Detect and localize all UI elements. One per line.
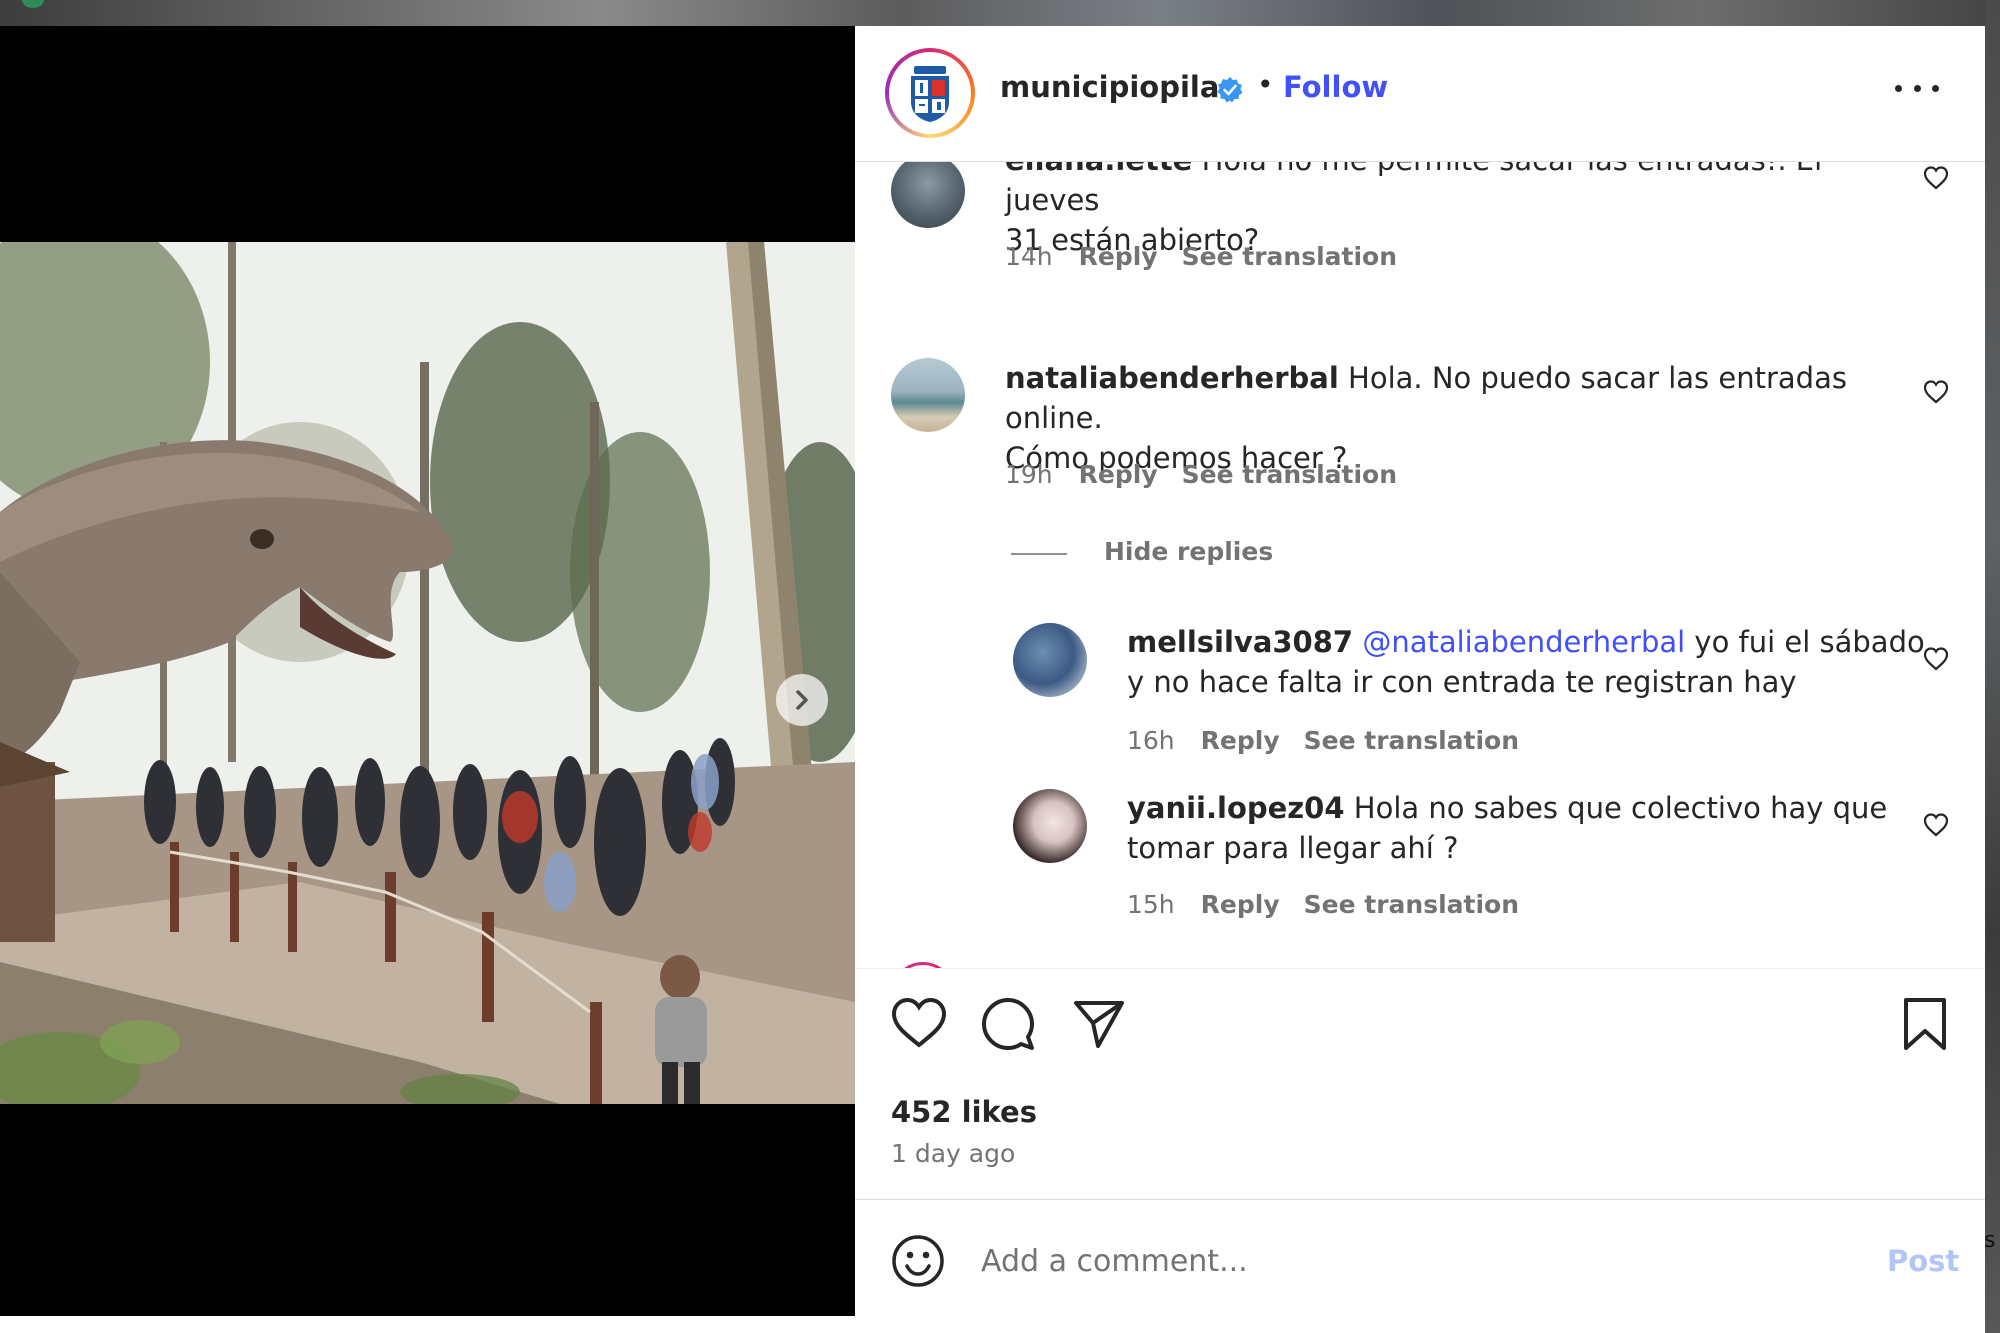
reply-mention[interactable]: @nataliabenderherbal (1362, 625, 1685, 659)
reply-username[interactable]: mellsilva3087 (1127, 625, 1353, 659)
reply-button[interactable]: Reply (1201, 726, 1280, 755)
photo-illustration (0, 242, 855, 1104)
author-username[interactable]: municipiopilar (1000, 70, 1234, 104)
post-photo (0, 242, 855, 1104)
reply-like-icon[interactable] (1923, 646, 1949, 672)
likes-count[interactable]: 452 likes (891, 1095, 1037, 1129)
background-letter: s (1984, 1228, 1996, 1253)
post-header: municipiopilar • Follow (855, 26, 1985, 162)
see-translation-button[interactable]: See translation (1304, 890, 1519, 919)
like-icon[interactable] (891, 997, 947, 1049)
comment-username[interactable]: nataliabenderherbal (1005, 361, 1339, 395)
author-avatar-border (889, 52, 971, 134)
background-dot (22, 0, 44, 8)
see-translation-button[interactable]: See translation (1182, 460, 1397, 489)
post-details-panel: municipiopilar • Follow eliana.lette Hol… (855, 26, 1985, 1317)
follow-button[interactable]: Follow (1283, 70, 1388, 104)
comment-avatar[interactable] (891, 162, 965, 228)
comment-meta: 14h Reply See translation (1005, 242, 1421, 271)
emoji-icon[interactable] (891, 1234, 945, 1288)
reply-time: 15h (1127, 890, 1175, 919)
comment-icon[interactable] (981, 997, 1035, 1051)
share-icon[interactable] (1073, 999, 1125, 1049)
comment-input[interactable] (979, 1230, 1803, 1292)
reply-time: 16h (1127, 726, 1175, 755)
reply-meta: 15h Reply See translation (1127, 890, 1543, 919)
reply-avatar[interactable] (1013, 623, 1087, 697)
comment-like-icon[interactable] (1923, 379, 1949, 405)
verified-badge-icon (1217, 77, 1243, 103)
reply-text-line: tomar para llegar ahí ? (1127, 831, 1459, 865)
post-actions-section: 452 likes 1 day ago Post (855, 968, 1985, 1317)
reply-text-line: Hola no sabes que colectivo hay que (1353, 791, 1888, 825)
reply-meta: 16h Reply See translation (1127, 726, 1543, 755)
comment-avatar[interactable] (891, 358, 965, 432)
bookmark-icon[interactable] (1903, 997, 1947, 1051)
post-timestamp: 1 day ago (891, 1139, 1016, 1168)
reply-body: yanii.lopez04 Hola no sabes que colectiv… (1127, 788, 1927, 868)
reply-body: mellsilva3087 @nataliabenderherbal yo fu… (1127, 622, 1927, 702)
see-translation-button[interactable]: See translation (1182, 242, 1397, 271)
background-strip-top (0, 0, 2000, 26)
reply-username[interactable]: yanii.lopez04 (1127, 791, 1345, 825)
author-avatar[interactable] (885, 48, 975, 138)
reply-avatar[interactable] (1013, 789, 1087, 863)
comment-like-icon[interactable] (1923, 165, 1949, 191)
comment-time: 19h (1005, 460, 1053, 489)
see-translation-button[interactable]: See translation (1304, 726, 1519, 755)
reply-button[interactable]: Reply (1079, 242, 1158, 271)
comment-username[interactable]: eliana.lette (1005, 162, 1192, 177)
chevron-right-icon (796, 690, 808, 710)
comment-meta: 19h Reply See translation (1005, 460, 1421, 489)
reply-text-line: yo fui el sábado (1694, 625, 1925, 659)
background-strip-right (1985, 0, 2000, 1333)
comment-composer: Post (855, 1199, 1985, 1318)
next-image-button[interactable] (776, 674, 828, 726)
more-options-icon[interactable] (1895, 76, 1939, 100)
municipal-crest-icon (895, 58, 965, 128)
comments-list[interactable]: eliana.lette Hola no me permite sacar la… (855, 162, 1985, 968)
post-comment-button[interactable]: Post (1887, 1244, 1959, 1278)
reply-like-icon[interactable] (1923, 812, 1949, 838)
reply-button[interactable]: Reply (1201, 890, 1280, 919)
hide-replies-line (1011, 553, 1067, 555)
reply-button[interactable]: Reply (1079, 460, 1158, 489)
hide-replies-button[interactable]: Hide replies (1104, 537, 1273, 566)
comment-time: 14h (1005, 242, 1053, 271)
post-media (0, 26, 855, 1316)
reply-text-line: y no hace falta ir con entrada te regist… (1127, 665, 1797, 699)
header-separator: • (1257, 68, 1274, 101)
